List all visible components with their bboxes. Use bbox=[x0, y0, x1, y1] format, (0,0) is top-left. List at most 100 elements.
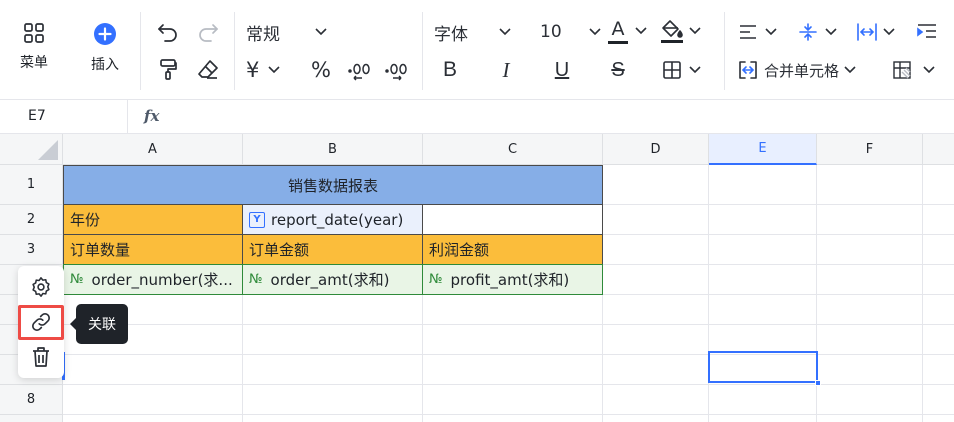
row-header-8[interactable]: 8 bbox=[0, 385, 63, 415]
chevron-down-icon bbox=[689, 66, 701, 74]
number-field-icon: № bbox=[249, 272, 263, 287]
align-left-icon bbox=[740, 25, 756, 39]
column-header-g[interactable] bbox=[923, 134, 954, 165]
freeze-panes-icon bbox=[893, 61, 911, 79]
font-color-button[interactable]: A bbox=[608, 16, 656, 46]
grid-line bbox=[63, 354, 954, 355]
column-header-f[interactable]: F bbox=[817, 134, 923, 165]
redo-icon bbox=[199, 24, 218, 42]
vertical-align-dropdown[interactable] bbox=[798, 18, 844, 46]
column-header-c[interactable]: C bbox=[423, 134, 603, 165]
chevron-down-icon bbox=[883, 28, 895, 36]
toolbar-divider bbox=[234, 12, 235, 90]
date-field-icon: Y bbox=[249, 211, 265, 228]
fx-icon: fx bbox=[144, 107, 160, 125]
redo-button[interactable] bbox=[195, 20, 221, 44]
cell-c2[interactable] bbox=[422, 204, 603, 235]
font-size-value: 10 bbox=[540, 22, 562, 42]
column-header-d[interactable]: D bbox=[603, 134, 709, 165]
trash-icon bbox=[33, 347, 49, 367]
increase-decimal-icon bbox=[385, 63, 407, 81]
paint-bucket-icon bbox=[662, 20, 683, 38]
freeze-dropdown[interactable] bbox=[892, 56, 942, 84]
font-family-dropdown[interactable]: 字体 bbox=[434, 18, 520, 46]
indent-icon bbox=[917, 24, 936, 38]
vertical-align-center-icon bbox=[799, 23, 817, 41]
undo-button[interactable] bbox=[155, 20, 181, 44]
chevron-down-icon bbox=[825, 28, 837, 36]
underline-letter: U bbox=[554, 58, 570, 81]
menu-label: 菜单 bbox=[20, 55, 48, 71]
toolbar-divider bbox=[140, 12, 141, 90]
eraser-icon bbox=[198, 60, 218, 79]
menu-button[interactable]: 菜单 bbox=[12, 22, 56, 72]
chevron-down-icon bbox=[844, 66, 856, 74]
percent-format-button[interactable]: % bbox=[308, 56, 334, 84]
bold-letter: B bbox=[442, 58, 457, 81]
chevron-down-icon bbox=[589, 28, 601, 36]
report-date-field-label: report_date(year) bbox=[271, 210, 404, 229]
select-all-corner[interactable] bbox=[0, 134, 63, 165]
paint-roller-icon bbox=[160, 59, 177, 80]
chevron-down-icon bbox=[499, 28, 511, 36]
row-header-9[interactable] bbox=[0, 415, 63, 422]
italic-button[interactable]: I bbox=[494, 56, 518, 84]
cell-c4[interactable]: № profit_amt(求和) bbox=[422, 264, 603, 295]
toolbar: 菜单 插入 常规 ¥ % 字体 10 A B I U S 合并单元格 bbox=[0, 0, 954, 100]
settings-button[interactable] bbox=[27, 273, 55, 301]
horizontal-align-dropdown[interactable] bbox=[738, 18, 784, 46]
cell-a4[interactable]: № order_number(求... bbox=[63, 264, 243, 295]
cell-b3[interactable]: 订单金额 bbox=[242, 234, 423, 265]
column-header-a[interactable]: A bbox=[63, 134, 243, 165]
format-painter-button[interactable] bbox=[155, 56, 181, 82]
toolbar-divider bbox=[422, 12, 423, 90]
bold-button[interactable]: B bbox=[438, 56, 462, 84]
decrease-decimal-button[interactable] bbox=[345, 56, 373, 84]
merge-cells-dropdown[interactable]: 合并单元格 bbox=[738, 56, 868, 84]
undo-icon bbox=[158, 24, 177, 42]
cell-reference[interactable]: E7 bbox=[0, 100, 128, 133]
strikethrough-letter: S bbox=[611, 58, 625, 81]
order-number-field-label: order_number(求... bbox=[91, 271, 233, 289]
order-amt-field-label: order_amt(求和) bbox=[270, 271, 390, 289]
increase-decimal-button[interactable] bbox=[382, 56, 410, 84]
row-header-3[interactable]: 3 bbox=[0, 235, 63, 265]
chevron-down-icon bbox=[923, 66, 935, 74]
delete-button[interactable] bbox=[27, 343, 55, 371]
chevron-down-icon bbox=[765, 28, 777, 36]
border-button[interactable] bbox=[662, 56, 710, 84]
column-width-icon bbox=[857, 23, 877, 41]
corner-triangle-icon bbox=[38, 140, 58, 160]
fill-color-swatch bbox=[661, 40, 683, 43]
currency-format-button[interactable]: ¥ bbox=[246, 56, 298, 84]
row-header-2[interactable]: 2 bbox=[0, 205, 63, 235]
fill-color-button[interactable] bbox=[660, 16, 710, 46]
column-header-e[interactable]: E bbox=[709, 134, 817, 165]
cell-b4[interactable]: № order_amt(求和) bbox=[242, 264, 423, 295]
text-wrap-dropdown[interactable] bbox=[856, 18, 904, 46]
clear-format-button[interactable] bbox=[195, 56, 221, 82]
strikethrough-button[interactable]: S bbox=[606, 56, 630, 84]
insert-button[interactable]: 插入 bbox=[83, 22, 127, 74]
border-icon bbox=[663, 61, 681, 79]
cell-a1-title[interactable]: 销售数据报表 bbox=[63, 165, 603, 205]
cell-a2[interactable]: 年份 bbox=[63, 204, 243, 235]
cell-c3[interactable]: 利润金额 bbox=[422, 234, 603, 265]
number-field-icon: № bbox=[70, 272, 84, 287]
cell-b2[interactable]: Y report_date(year) bbox=[242, 204, 423, 235]
row-header-1[interactable]: 1 bbox=[0, 165, 63, 205]
spreadsheet-grid: A B C D E F 1 2 3 8 销售数据报表 年份 Y report_d… bbox=[0, 134, 954, 422]
number-format-dropdown[interactable]: 常规 bbox=[246, 18, 336, 46]
selected-cell-e7[interactable] bbox=[708, 351, 818, 383]
font-size-dropdown[interactable]: 10 bbox=[540, 18, 604, 46]
underline-button[interactable]: U bbox=[550, 56, 574, 84]
cell-a3[interactable]: 订单数量 bbox=[63, 234, 243, 265]
link-button-highlight bbox=[18, 305, 64, 340]
column-header-b[interactable]: B bbox=[243, 134, 423, 165]
merge-cells-icon bbox=[739, 61, 757, 79]
decrease-decimal-icon bbox=[348, 63, 370, 81]
fill-handle[interactable] bbox=[815, 380, 821, 386]
plus-circle-icon bbox=[94, 23, 116, 45]
indent-button[interactable] bbox=[914, 18, 940, 46]
grid-line bbox=[63, 324, 954, 325]
